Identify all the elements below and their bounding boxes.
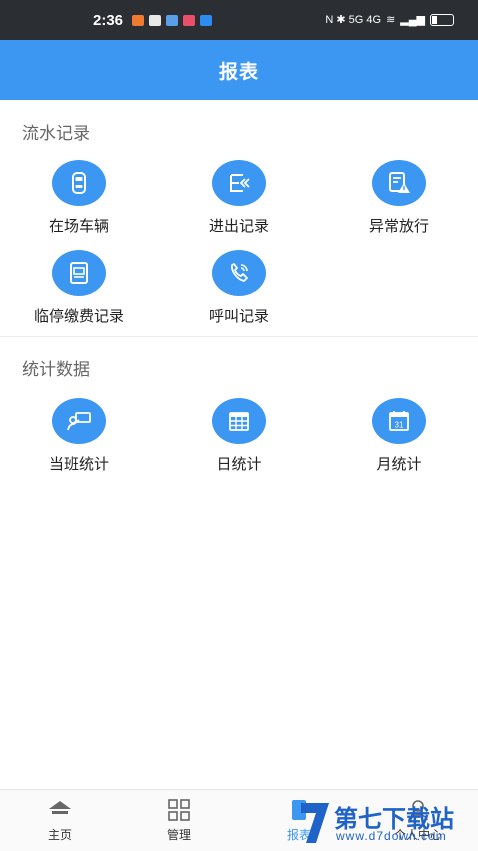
home-icon xyxy=(15,796,105,824)
watermark-logo-icon xyxy=(301,803,329,843)
tile-entry-exit-records[interactable]: 进出记录 xyxy=(164,160,314,250)
tile-label: 呼叫记录 xyxy=(208,307,269,325)
notification-icon xyxy=(132,15,144,26)
page-title: 报表 xyxy=(218,60,259,83)
tile-daily-statistics[interactable]: 日统计 xyxy=(164,398,314,488)
notification-icon xyxy=(166,15,178,26)
tab-label: 主页 xyxy=(47,828,72,842)
notification-icon xyxy=(200,15,212,26)
watermark-url: www.d7down.com xyxy=(336,829,447,843)
tile-call-records[interactable]: 呼叫记录 xyxy=(164,250,314,340)
title-bar: 报表 xyxy=(0,40,478,100)
section-title-statistics: 统计数据 xyxy=(22,360,90,380)
tab-label: 管理 xyxy=(166,828,191,842)
signal-icon: ▂▄▆ xyxy=(400,14,425,26)
tab-home[interactable]: 主页 xyxy=(15,796,105,843)
tile-label: 临停缴费记录 xyxy=(33,307,124,325)
tile-shift-statistics[interactable]: 当班统计 xyxy=(4,398,154,488)
calendar-day-number: 31 xyxy=(395,421,404,430)
notification-icon xyxy=(149,15,161,26)
calendar-month-icon: 31 xyxy=(372,398,426,444)
watermark: 第七下载站 www.d7down.com xyxy=(298,797,478,849)
battery-icon xyxy=(430,13,454,26)
section-title-flow-records: 流水记录 xyxy=(22,124,90,144)
shift-stats-icon xyxy=(52,398,106,444)
system-icons: N ✱ 5G 4G ≋ ▂▄▆ xyxy=(325,13,454,26)
tile-abnormal-release[interactable]: 异常放行 xyxy=(324,160,474,250)
notification-icon xyxy=(183,15,195,26)
tile-label: 当班统计 xyxy=(48,455,109,473)
calendar-grid-icon xyxy=(212,398,266,444)
phone-call-icon xyxy=(212,250,266,296)
tile-label: 异常放行 xyxy=(368,217,429,235)
tile-temporary-parking-payment[interactable]: 临停缴费记录 xyxy=(4,250,154,340)
tile-label: 日统计 xyxy=(216,455,262,473)
tile-label: 月统计 xyxy=(376,455,422,473)
tile-vehicles-on-site[interactable]: 在场车辆 xyxy=(4,160,154,250)
grid-icon xyxy=(134,796,224,824)
entry-exit-icon xyxy=(212,160,266,206)
wifi-icon: ≋ xyxy=(386,14,396,26)
tile-label: 在场车辆 xyxy=(48,217,109,235)
status-time: 2:36 xyxy=(93,12,124,29)
tile-monthly-statistics[interactable]: 31 月统计 xyxy=(324,398,474,488)
tile-label: 进出记录 xyxy=(208,217,269,235)
car-icon xyxy=(52,160,106,206)
warning-doc-icon xyxy=(372,160,426,206)
notification-icons xyxy=(132,15,212,26)
section-divider xyxy=(0,336,478,337)
signal-text: N ✱ 5G 4G xyxy=(325,14,382,26)
status-bar: 2:36 N ✱ 5G 4G ≋ ▂▄▆ xyxy=(0,0,478,40)
payment-doc-icon xyxy=(52,250,106,296)
tab-management[interactable]: 管理 xyxy=(134,796,224,843)
